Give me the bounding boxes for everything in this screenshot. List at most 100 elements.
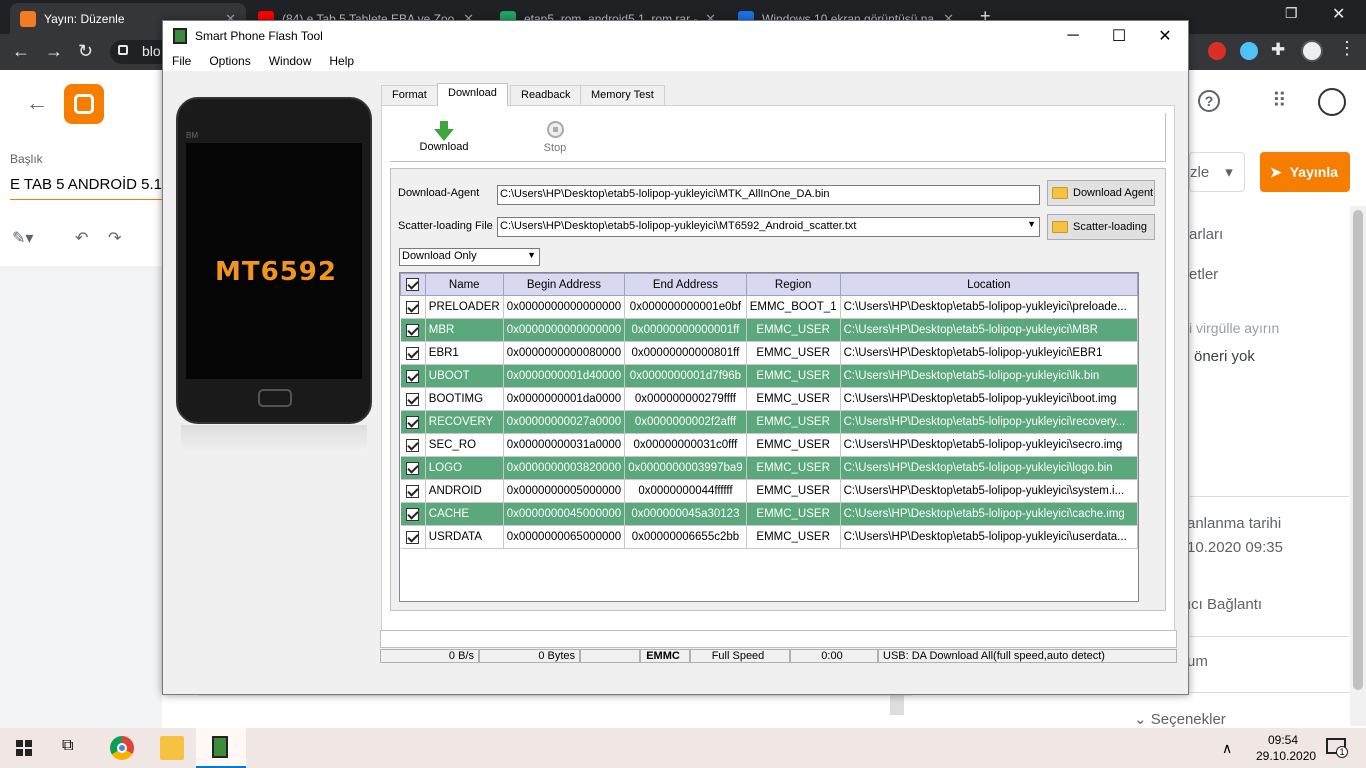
download-agent-field[interactable]: C:\Users\HP\Desktop\etab5-lolipop-yukley…	[497, 185, 1040, 205]
editor-body[interactable]	[198, 695, 912, 728]
location[interactable]: C:\Users\HP\Desktop\etab5-lolipop-yukley…	[840, 364, 1138, 388]
row-checkbox[interactable]	[400, 295, 426, 319]
dropdown-arrow-icon[interactable]: ▼	[1027, 219, 1036, 229]
location[interactable]: C:\Users\HP\Desktop\etab5-lolipop-yukley…	[840, 502, 1138, 526]
column-header-name[interactable]: Name	[424, 273, 504, 296]
puzzle-icon[interactable]: ✚	[1271, 40, 1285, 60]
extension-icon[interactable]	[1240, 42, 1258, 60]
location[interactable]: C:\Users\HP\Desktop\etab5-lolipop-yukley…	[840, 295, 1138, 319]
location[interactable]: C:\Users\HP\Desktop\etab5-lolipop-yukley…	[840, 525, 1138, 549]
blogger-logo[interactable]	[64, 84, 104, 124]
sidebar-text-labels[interactable]: arları	[1189, 226, 1223, 243]
maximize-button[interactable]: ☐	[1096, 21, 1142, 51]
location[interactable]: C:\Users\HP\Desktop\etab5-lolipop-yukley…	[840, 410, 1138, 434]
table-row[interactable]: LOGO 0x0000000003820000 0x0000000003997ba9…	[400, 456, 1138, 480]
redo-icon[interactable]: ↷	[108, 228, 121, 248]
menu-help[interactable]: Help	[320, 54, 363, 68]
row-checkbox[interactable]	[400, 364, 426, 388]
close-browser-icon[interactable]: ✕	[1332, 4, 1345, 24]
location[interactable]: C:\Users\HP\Desktop\etab5-lolipop-yukley…	[840, 318, 1138, 342]
select-all-checkbox[interactable]	[400, 273, 426, 296]
restore-icon[interactable]: ❐	[1285, 5, 1298, 22]
table-row[interactable]: RECOVERY 0x00000000027a0000 0x0000000002f2…	[400, 410, 1138, 434]
row-checkbox[interactable]	[400, 525, 426, 549]
table-row[interactable]: BOOTIMG 0x0000000001da0000 0x000000000279f…	[400, 387, 1138, 411]
help-icon[interactable]: ?	[1198, 90, 1220, 112]
clock-time[interactable]: 09:54	[1268, 733, 1298, 747]
location[interactable]: C:\Users\HP\Desktop\etab5-lolipop-yukley…	[840, 433, 1138, 457]
tab-readback[interactable]: Readback	[510, 85, 582, 105]
column-header-location[interactable]: Location	[839, 273, 1138, 296]
row-checkbox[interactable]	[400, 479, 426, 503]
tab-format[interactable]: Format	[381, 85, 438, 105]
row-checkbox[interactable]	[400, 318, 426, 342]
app-icon	[173, 28, 187, 44]
pencil-icon[interactable]: ✎▾	[12, 228, 33, 248]
column-header-region[interactable]: Region	[745, 273, 841, 296]
window-titlebar[interactable]: Smart Phone Flash Tool ─ ☐ ✕	[163, 21, 1188, 51]
publish-date-value[interactable]: 10.2020 09:35	[1187, 539, 1283, 556]
menu-icon[interactable]: ⋮	[1338, 38, 1356, 59]
editor-scrollbar[interactable]	[890, 695, 904, 715]
chevron-up-icon[interactable]: ∧	[1222, 740, 1232, 757]
publish-button[interactable]: ➤ Yayınla	[1260, 152, 1350, 192]
avatar[interactable]	[1301, 40, 1323, 62]
menu-file[interactable]: File	[163, 54, 200, 68]
options-row[interactable]: ⌄ Seçenekler	[1134, 710, 1226, 728]
account-avatar[interactable]	[1318, 88, 1346, 116]
location[interactable]: C:\Users\HP\Desktop\etab5-lolipop-yukley…	[840, 387, 1138, 411]
clock-date[interactable]: 29.10.2020	[1256, 749, 1316, 763]
file-explorer-icon[interactable]	[160, 736, 184, 760]
post-title-input[interactable]: E TAB 5 ANDROİD 5.1	[10, 176, 162, 200]
table-row[interactable]: UBOOT 0x0000000001d40000 0x0000000001d7f96…	[400, 364, 1138, 388]
location-label[interactable]: um	[1187, 653, 1208, 670]
scatter-loading-button[interactable]: Scatter-loading	[1047, 214, 1155, 240]
table-row[interactable]: USRDATA 0x0000000065000000 0x00000006655c2…	[400, 525, 1138, 549]
sidebar-text-permalink[interactable]: etler	[1189, 266, 1218, 283]
row-checkbox[interactable]	[400, 410, 426, 434]
close-button[interactable]: ✕	[1142, 21, 1188, 51]
stop-action-button[interactable]: Stop	[535, 121, 575, 154]
scatter-field[interactable]: C:\Users\HP\Desktop\etab5-lolipop-yukley…	[497, 217, 1040, 237]
tab-download[interactable]: Download	[437, 83, 508, 106]
reload-icon[interactable]: ↻	[78, 41, 93, 62]
mode-select[interactable]: Download Only ▼	[399, 248, 540, 266]
task-view-icon[interactable]: ⧉	[62, 737, 73, 755]
table-row[interactable]: PRELOADER 0x0000000000000000 0x00000000000…	[400, 295, 1138, 319]
table-row[interactable]: SEC_RO 0x00000000031a0000 0x00000000031c0f…	[400, 433, 1138, 457]
preview-button[interactable]: zle ▾	[1189, 152, 1245, 192]
table-row[interactable]: ANDROID 0x0000000005000000 0x0000000044fff…	[400, 479, 1138, 503]
row-checkbox[interactable]	[400, 387, 426, 411]
undo-icon[interactable]: ↶	[75, 228, 88, 248]
menu-window[interactable]: Window	[260, 54, 321, 68]
table-row[interactable]: CACHE 0x0000000045000000 0x000000045a30123…	[400, 502, 1138, 526]
back-icon[interactable]: ←	[12, 41, 30, 62]
row-checkbox[interactable]	[400, 456, 426, 480]
row-checkbox[interactable]	[400, 433, 426, 457]
back-arrow-icon[interactable]: ←	[26, 90, 48, 116]
notification-icon[interactable]: 1	[1326, 738, 1348, 758]
forward-icon[interactable]: →	[45, 41, 63, 62]
column-header-end[interactable]: End Address	[624, 273, 747, 296]
chrome-taskbar-icon[interactable]	[110, 736, 134, 760]
row-checkbox[interactable]	[400, 502, 426, 526]
table-row[interactable]: EBR1 0x0000000000080000 0x00000000000801ff…	[400, 341, 1138, 365]
sidebar-scrollbar[interactable]	[1350, 206, 1366, 726]
flash-tool-taskbar-button[interactable]	[196, 728, 246, 768]
tab-memory-test[interactable]: Memory Test	[580, 85, 665, 105]
table-row[interactable]: MBR 0x0000000000000000 0x00000000000001ff E…	[400, 318, 1138, 342]
extension-icon[interactable]	[1208, 42, 1226, 60]
location[interactable]: C:\Users\HP\Desktop\etab5-lolipop-yukley…	[840, 341, 1138, 365]
location[interactable]: C:\Users\HP\Desktop\etab5-lolipop-yukley…	[840, 456, 1138, 480]
minimize-button[interactable]: ─	[1050, 21, 1096, 51]
custom-link-label[interactable]: ıcı Bağlantı	[1187, 596, 1262, 613]
download-action-button[interactable]: Download	[409, 121, 479, 153]
download-agent-button[interactable]: Download Agent	[1047, 180, 1155, 206]
menu-options[interactable]: Options	[200, 54, 259, 68]
row-checkbox[interactable]	[400, 341, 426, 365]
column-header-begin[interactable]: Begin Address	[502, 273, 626, 296]
windows-start-icon[interactable]	[16, 740, 32, 756]
location[interactable]: C:\Users\HP\Desktop\etab5-lolipop-yukley…	[840, 479, 1138, 503]
apps-grid-icon[interactable]: ⠿	[1272, 88, 1287, 113]
folder-icon	[1052, 187, 1068, 199]
